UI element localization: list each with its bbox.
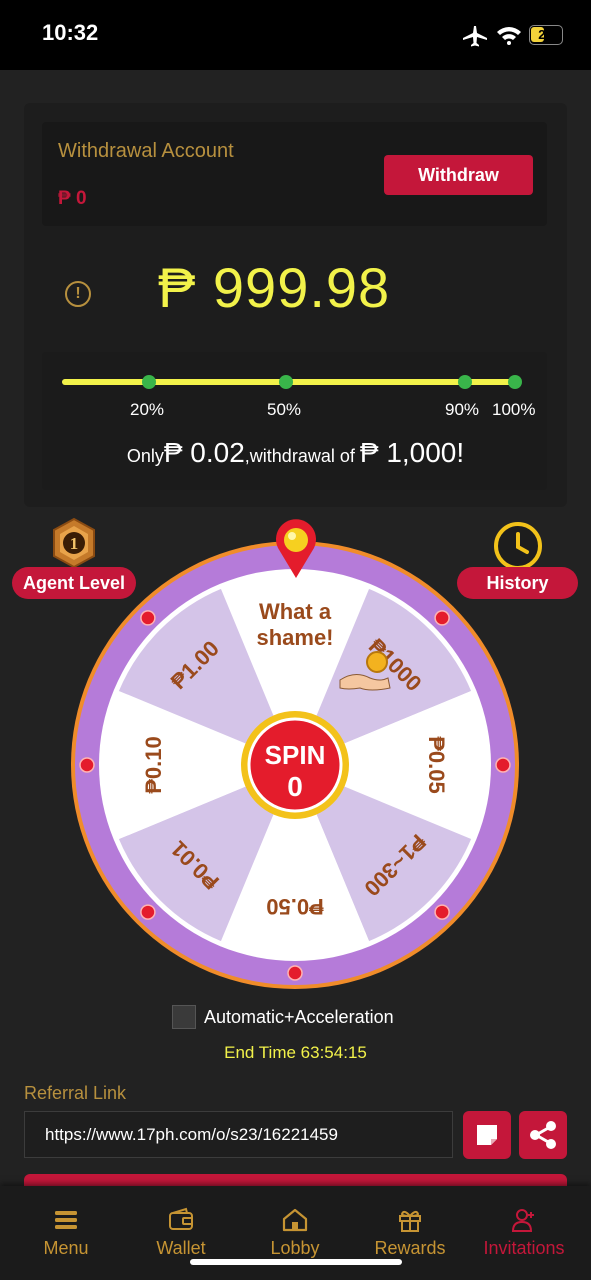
nav-lobby[interactable]: Lobby bbox=[240, 1206, 350, 1259]
spin-count[interactable]: 0 bbox=[287, 771, 303, 802]
home-icon bbox=[282, 1208, 308, 1232]
share-button[interactable] bbox=[519, 1111, 567, 1159]
spin-label[interactable]: SPIN bbox=[265, 740, 326, 770]
referral-label: Referral Link bbox=[24, 1083, 127, 1103]
target-amount: ₱ 1,000 bbox=[359, 437, 457, 468]
copy-button[interactable] bbox=[463, 1111, 511, 1159]
home-indicator bbox=[190, 1259, 402, 1265]
progress-marker bbox=[279, 375, 293, 389]
wheel-light bbox=[287, 965, 303, 981]
nav-rewards-label: Rewards bbox=[374, 1238, 446, 1258]
menu-icon bbox=[55, 1211, 77, 1229]
battery-level: 25 bbox=[538, 27, 553, 42]
status-time: 10:32 bbox=[42, 20, 99, 45]
airplane-icon bbox=[463, 26, 487, 47]
withdraw-button[interactable]: Withdraw bbox=[384, 155, 533, 195]
nav-menu-label: Menu bbox=[43, 1238, 89, 1258]
status-bar: 10:32 25 bbox=[0, 0, 591, 70]
wheel-segment-label: What a shame! bbox=[256, 599, 333, 650]
wheel-segment-label: ₱0.10 bbox=[141, 736, 166, 794]
account-amount: ₱ 0 bbox=[58, 188, 87, 209]
nav-rewards[interactable]: Rewards bbox=[355, 1206, 465, 1259]
progress-label-20: 20% bbox=[130, 400, 165, 419]
wheel-light bbox=[434, 904, 450, 920]
auto-acceleration-row: Automatic+Acceleration bbox=[172, 1004, 394, 1030]
end-time: End Time 63:54:15 bbox=[224, 1043, 367, 1062]
wheel-light bbox=[434, 610, 450, 626]
progress-marker bbox=[458, 375, 472, 389]
nav-invitations[interactable]: Invitations bbox=[469, 1206, 579, 1259]
remaining-suffix: ! bbox=[456, 437, 465, 468]
prize-wheel[interactable]: What a shame! ₱1000₱0.05₱1~300₱0.50₱0.01₱0… bbox=[70, 520, 520, 990]
share-icon bbox=[530, 1121, 556, 1149]
battery-icon: 25 bbox=[529, 25, 563, 45]
wheel-light bbox=[140, 904, 156, 920]
account-title: Withdrawal Account bbox=[58, 140, 234, 162]
progress-label-90: 90% bbox=[445, 400, 480, 419]
progress-bar bbox=[62, 375, 522, 389]
wheel-light bbox=[140, 610, 156, 626]
referral-link-field[interactable]: https://www.17ph.com/o/s23/16221459 bbox=[24, 1111, 453, 1158]
wheel-pointer-icon bbox=[276, 519, 316, 578]
copy-icon bbox=[477, 1125, 497, 1145]
wheel-segment-label: ₱0.05 bbox=[424, 736, 449, 794]
nav-wallet[interactable]: Wallet bbox=[126, 1206, 236, 1259]
balance-amount: ₱ 999.98 bbox=[158, 256, 391, 319]
progress-label-50: 50% bbox=[267, 400, 302, 419]
gift-icon bbox=[399, 1210, 421, 1232]
nav-wallet-label: Wallet bbox=[156, 1238, 206, 1258]
nav-menu[interactable]: Menu bbox=[11, 1206, 121, 1259]
wallet-icon bbox=[169, 1207, 193, 1230]
nav-invitations-label: Invitations bbox=[483, 1238, 565, 1258]
remaining-middle: ,withdrawal of bbox=[244, 446, 360, 466]
auto-acceleration-checkbox[interactable] bbox=[172, 1005, 196, 1029]
progress-marker bbox=[508, 375, 522, 389]
wheel-segment-label: ₱0.50 bbox=[266, 894, 324, 919]
remaining-message: Only₱ 0.02,withdrawal of ₱ 1,000! bbox=[0, 437, 591, 469]
info-icon[interactable]: ! bbox=[65, 281, 91, 307]
remaining-amount: ₱ 0.02 bbox=[163, 437, 245, 468]
wheel-light bbox=[79, 757, 95, 773]
nav-lobby-label: Lobby bbox=[270, 1238, 320, 1258]
wifi-icon bbox=[497, 27, 521, 45]
wheel-light bbox=[495, 757, 511, 773]
progress-label-100: 100% bbox=[492, 400, 536, 419]
remaining-prefix: Only bbox=[126, 446, 164, 466]
invite-icon bbox=[511, 1209, 534, 1232]
progress-marker bbox=[142, 375, 156, 389]
auto-acceleration-label: Automatic+Acceleration bbox=[204, 1006, 394, 1027]
